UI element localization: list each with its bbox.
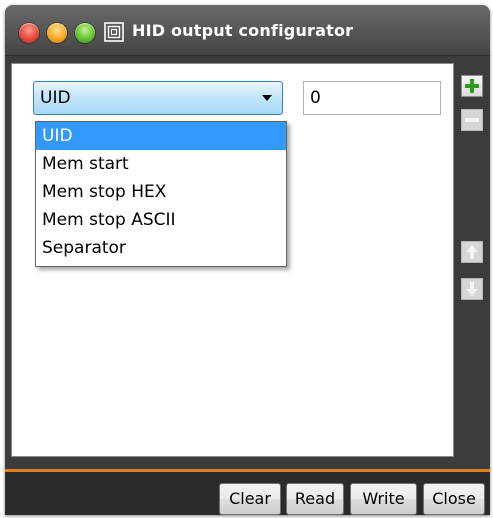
- arrow-up-icon: [466, 245, 478, 259]
- dropdown-option-separator[interactable]: Separator: [36, 234, 286, 262]
- chevron-down-icon[interactable]: [262, 95, 272, 101]
- dropdown-option-mem-stop-hex[interactable]: Mem stop HEX: [36, 178, 286, 206]
- read-button[interactable]: Read: [286, 483, 344, 515]
- minus-icon: [465, 118, 479, 122]
- arrow-down-icon: [466, 282, 478, 296]
- value-input[interactable]: 0: [303, 81, 441, 115]
- minimize-window-button[interactable]: [47, 23, 67, 43]
- field-type-select[interactable]: UID: [33, 81, 283, 115]
- dropdown-option-uid[interactable]: UID: [36, 122, 286, 150]
- add-button[interactable]: [461, 75, 483, 97]
- close-window-button[interactable]: [19, 23, 39, 43]
- window-title: HID output configurator: [132, 21, 354, 40]
- dropdown-option-mem-stop-ascii[interactable]: Mem stop ASCII: [36, 206, 286, 234]
- move-up-button[interactable]: [461, 241, 483, 263]
- remove-button[interactable]: [461, 109, 483, 131]
- clear-button[interactable]: Clear: [219, 483, 281, 515]
- maximize-window-button[interactable]: [75, 23, 95, 43]
- field-type-dropdown-list: UID Mem start Mem stop HEX Mem stop ASCI…: [35, 121, 287, 267]
- field-type-selected-value: UID: [40, 88, 71, 108]
- plus-icon: [465, 79, 479, 93]
- app-window: HID output configurator UID 0 UID Mem st…: [5, 5, 490, 515]
- title-bar[interactable]: HID output configurator: [5, 5, 490, 56]
- move-down-button[interactable]: [461, 278, 483, 300]
- dropdown-option-mem-start[interactable]: Mem start: [36, 150, 286, 178]
- app-icon: [104, 22, 124, 42]
- close-button[interactable]: Close: [423, 483, 485, 515]
- write-button[interactable]: Write: [350, 483, 417, 515]
